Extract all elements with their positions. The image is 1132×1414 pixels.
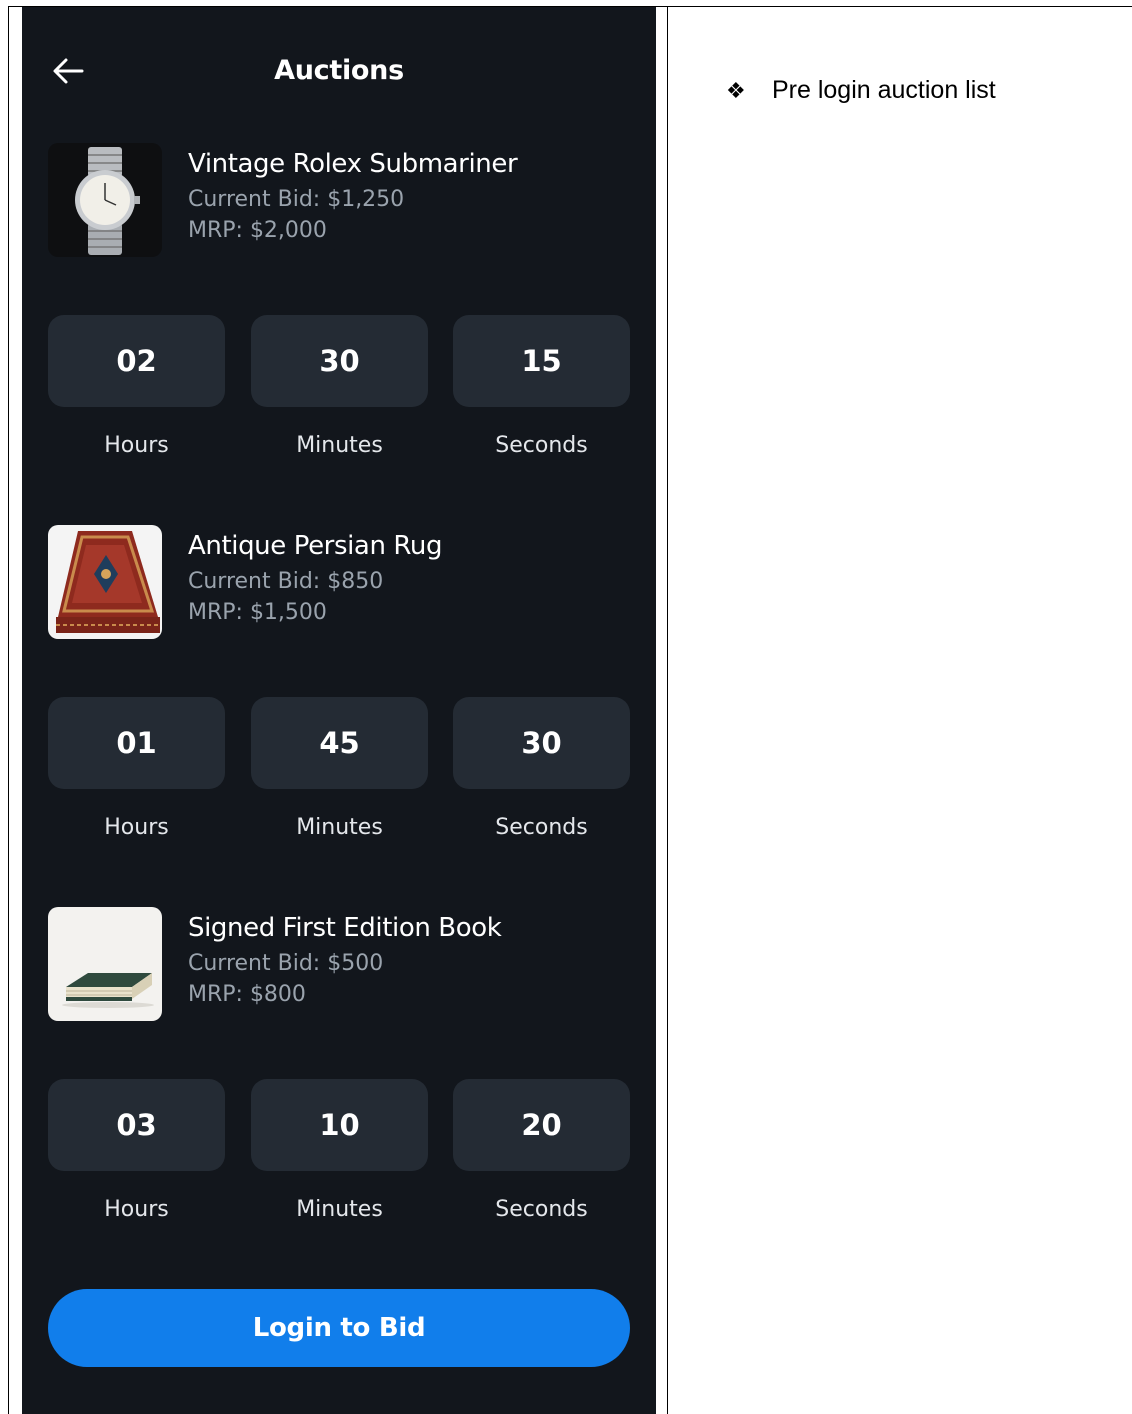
- timer-minutes-label: Minutes: [296, 1197, 383, 1222]
- phone-screen: Auctions Vintage Rolex Submariner Curren…: [22, 7, 656, 1414]
- auction-item-rug[interactable]: Antique Persian Rug Current Bid: $850 MR…: [48, 525, 630, 905]
- rug-image: [48, 525, 162, 639]
- watch-image: [48, 143, 162, 257]
- timer-hours-box: 02: [48, 315, 225, 407]
- auction-title: Signed First Edition Book: [188, 913, 502, 943]
- timer-hours-label: Hours: [104, 815, 169, 840]
- timer-minutes-box: 10: [251, 1079, 428, 1171]
- auction-item-rolex[interactable]: Vintage Rolex Submariner Current Bid: $1…: [48, 143, 630, 523]
- countdown-timer: 02 30 15 Hours Minutes Seconds: [48, 315, 630, 475]
- countdown-timer: 01 45 30 Hours Minutes Seconds: [48, 697, 630, 857]
- auction-item-book[interactable]: Signed First Edition Book Current Bid: $…: [48, 907, 630, 1287]
- auction-info: Vintage Rolex Submariner Current Bid: $1…: [188, 149, 518, 243]
- mrp-price: MRP: $2,000: [188, 218, 327, 243]
- book-image: [48, 907, 162, 1021]
- timer-seconds-box: 30: [453, 697, 630, 789]
- auction-info: Signed First Edition Book Current Bid: $…: [188, 913, 502, 1007]
- table-column-divider: [667, 6, 668, 1414]
- current-bid: Current Bid: $1,250: [188, 187, 405, 212]
- timer-minutes-box: 45: [251, 697, 428, 789]
- table-left-border: [8, 6, 9, 1414]
- timer-seconds-label: Seconds: [495, 1197, 588, 1222]
- current-bid: Current Bid: $500: [188, 951, 384, 976]
- app-header: Auctions: [22, 7, 656, 137]
- auction-title: Antique Persian Rug: [188, 531, 443, 561]
- diamond-bullet-icon: ❖: [726, 78, 746, 103]
- timer-seconds-box: 20: [453, 1079, 630, 1171]
- timer-hours-label: Hours: [104, 1197, 169, 1222]
- timer-minutes-label: Minutes: [296, 433, 383, 458]
- timer-seconds-label: Seconds: [495, 433, 588, 458]
- timer-seconds-box: 15: [453, 315, 630, 407]
- timer-seconds-label: Seconds: [495, 815, 588, 840]
- mrp-price: MRP: $1,500: [188, 600, 327, 625]
- auction-info: Antique Persian Rug Current Bid: $850 MR…: [188, 531, 442, 625]
- mrp-price: MRP: $800: [188, 982, 306, 1007]
- login-to-bid-button[interactable]: Login to Bid: [48, 1289, 630, 1367]
- timer-hours-box: 03: [48, 1079, 225, 1171]
- timer-hours-label: Hours: [104, 433, 169, 458]
- timer-hours-box: 01: [48, 697, 225, 789]
- auction-title: Vintage Rolex Submariner: [188, 149, 518, 179]
- note-text: Pre login auction list: [772, 76, 996, 104]
- timer-minutes-label: Minutes: [296, 815, 383, 840]
- page-title: Auctions: [274, 55, 404, 86]
- countdown-timer: 03 10 20 Hours Minutes Seconds: [48, 1079, 630, 1239]
- timer-minutes-box: 30: [251, 315, 428, 407]
- current-bid: Current Bid: $850: [188, 569, 384, 594]
